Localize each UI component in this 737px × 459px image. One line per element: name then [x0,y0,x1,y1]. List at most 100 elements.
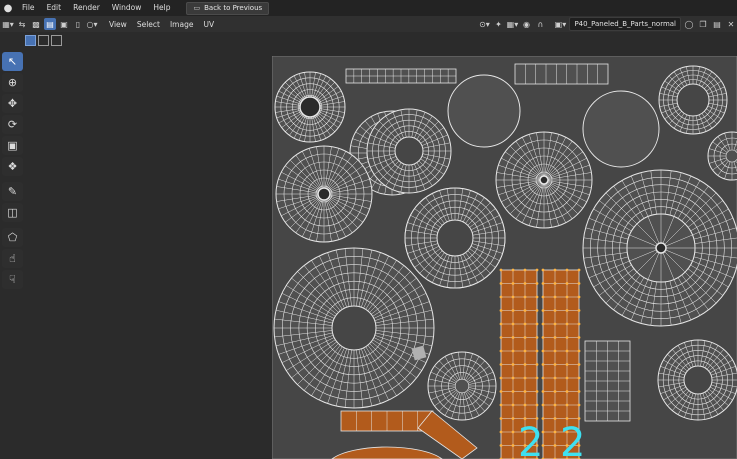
uv-vertex [535,403,539,407]
uv-vertex [523,403,527,407]
falloff-icon[interactable]: ∩ [534,18,546,30]
uv-vertex [523,309,527,312]
uv-island[interactable] [273,247,435,409]
open-image-icon[interactable]: ▤ [711,18,723,30]
new-image-icon[interactable]: ❐ [697,18,709,30]
grab-tool-icon[interactable]: ☝ [2,249,23,268]
menu-view[interactable]: View [104,20,132,29]
image-browse-icon[interactable]: ▣▾ [554,18,567,30]
uv-vertex [511,268,515,272]
uv-vertex [499,322,503,326]
menu-help[interactable]: Help [147,0,176,16]
select-extend-icon[interactable] [38,34,49,46]
uv-vertex [523,336,527,339]
uv-vertex [541,363,545,366]
uv-strip[interactable] [514,63,609,85]
uv-island[interactable] [404,187,506,289]
uv-vertex [511,363,515,366]
menu-uv[interactable]: UV [198,20,219,29]
uv-vertex [577,268,581,272]
uv-island[interactable] [366,108,452,194]
transform-tool-icon[interactable]: ❖ [2,157,23,176]
measure-tool-icon[interactable]: ◫ [2,203,23,222]
menu-image[interactable]: Image [165,20,199,29]
uv-vertex [577,349,581,353]
back-to-previous-button[interactable]: ▭ Back to Previous [186,1,270,15]
uv-vertex [577,376,581,380]
sync-selection-icon[interactable]: ⇆ [16,18,28,30]
uv-island[interactable] [582,90,660,168]
pivot-icon[interactable]: ⊙▾ [478,18,490,30]
uv-vertex [535,282,539,285]
topbar: ● File Edit Render Window Help ▭ Back to… [0,0,737,16]
uv-island[interactable] [495,131,593,229]
select-mode-row [0,32,737,48]
uv-vertex [535,295,539,299]
select-new-icon[interactable] [25,34,36,46]
editor-type-icon[interactable]: ▦▾ [2,18,14,30]
menu-file[interactable]: File [16,0,41,16]
uv-island[interactable] [447,74,521,148]
menu-window[interactable]: Window [106,0,148,16]
uv-vertex [553,376,557,380]
uv-island[interactable] [658,65,728,135]
uv-vertex [535,268,539,272]
uv-vertex [565,309,569,312]
blender-logo-icon[interactable]: ● [0,0,16,16]
uv-vertex [565,349,569,353]
annotate-tool-icon[interactable]: ✎ [2,182,23,201]
sticky-mode-icon[interactable]: ○▾ [86,18,98,30]
uv-strip[interactable] [345,68,457,84]
uv-vertex [499,444,503,447]
move-tool-icon[interactable]: ✥ [2,94,23,113]
uv-island[interactable] [657,339,737,421]
uv-vertex [565,268,569,272]
uv-layout-canvas[interactable]: 2 2 [272,56,737,459]
uv-vertex [499,336,503,339]
uv-island[interactable] [626,213,696,283]
snap-icon[interactable]: ✦ [492,18,504,30]
uv-vertex [565,282,569,285]
pinch-tool-icon[interactable]: ☟ [2,270,23,289]
menu-select[interactable]: Select [132,20,165,29]
uv-vertex [523,376,527,380]
uv-island[interactable] [274,71,346,143]
select-box-tool-icon[interactable]: ↖ [2,52,23,71]
uv-vertex [511,282,515,285]
uv-vertex [553,417,557,420]
uv-vertex [553,322,557,326]
uv-vertex [565,295,569,299]
uv-vertex [577,295,581,299]
rotate-tool-icon[interactable]: ⟳ [2,115,23,134]
uv-vertex [553,430,557,434]
proportional-edit-icon[interactable]: ◉ [520,18,532,30]
uv-vertex [535,322,539,326]
uv-vertex [565,390,569,393]
island-select-icon[interactable]: ▯ [72,18,84,30]
close-image-icon[interactable]: ✕ [725,18,737,30]
uv-island[interactable] [427,351,497,421]
uv-vertex [499,295,503,299]
edge-select-icon[interactable]: ▤ [44,18,56,30]
uv-vertex [511,417,515,420]
image-name-field[interactable]: P40_Paneled_B_Parts_normal [569,17,681,31]
scale-tool-icon[interactable]: ▣ [2,136,23,155]
uv-vertex [553,295,557,299]
rip-tool-icon[interactable]: ⬠ [2,228,23,247]
select-subtract-icon[interactable] [51,34,62,46]
menu-edit[interactable]: Edit [41,0,68,16]
uv-vertex [541,309,545,312]
back-to-previous-label: Back to Previous [204,4,263,12]
cursor-tool-icon[interactable]: ⊕ [2,73,23,92]
uv-island[interactable] [275,145,373,243]
face-select-icon[interactable]: ▣ [58,18,70,30]
vertex-select-icon[interactable]: ▩ [30,18,42,30]
uv-vertex [553,268,557,272]
uv-vertex [541,295,545,299]
uv-strip[interactable] [584,340,631,422]
menu-render[interactable]: Render [67,0,106,16]
uv-vertex [577,390,581,393]
fake-user-icon[interactable]: ◯ [683,18,695,30]
overlay-number-left: 2 [518,420,543,459]
snap-increment-icon[interactable]: ▦▾ [506,18,519,30]
